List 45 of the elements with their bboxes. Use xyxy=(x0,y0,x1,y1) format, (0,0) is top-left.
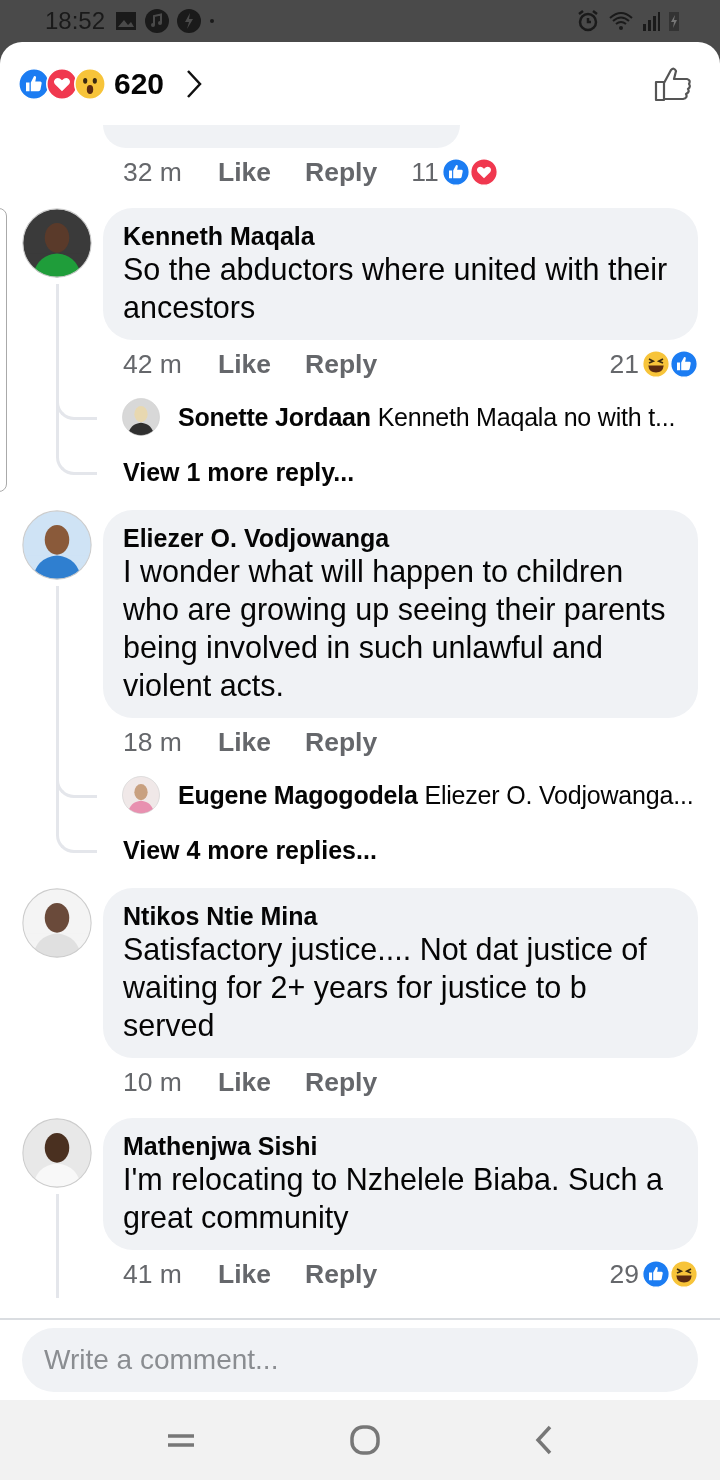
comment-time: 10 m xyxy=(123,1066,183,1098)
comment-input[interactable]: Write a comment... xyxy=(22,1328,698,1392)
signal-icon xyxy=(642,11,660,31)
reply-preview[interactable]: Eugene Magogodela Eliezer O. Vodjowanga... xyxy=(178,780,694,810)
commenter-name[interactable]: Eliezer O. Vodjowanga xyxy=(123,524,678,552)
gallery-icon xyxy=(115,11,138,31)
comment-text: So the abductors where united with their ancestors xyxy=(123,251,669,326)
like-link[interactable]: Like xyxy=(218,726,272,758)
reaction-count: 29 xyxy=(609,1258,639,1290)
battery-icon xyxy=(668,10,680,32)
like-link[interactable]: Like xyxy=(218,156,272,188)
bolt-icon xyxy=(177,9,202,33)
dot-icon xyxy=(209,18,216,24)
comment-time: 42 m xyxy=(123,348,183,380)
reaction-count[interactable]: 620 xyxy=(114,66,165,101)
view-more-replies-link[interactable]: View 4 more replies... xyxy=(123,835,377,865)
music-icon xyxy=(145,9,170,33)
comment-time: 32 m xyxy=(123,156,183,188)
like-link[interactable]: Like xyxy=(218,1258,272,1290)
like-link[interactable]: Like xyxy=(218,348,272,380)
comment-time: 18 m xyxy=(123,726,183,758)
thread-branch xyxy=(56,446,97,475)
reply-link[interactable]: Reply xyxy=(305,1066,378,1098)
comment-time: 41 m xyxy=(123,1258,183,1290)
commenter-name[interactable]: Ntikos Ntie Mina xyxy=(123,902,678,930)
reply-preview[interactable]: Sonette Jordaan Kenneth Maqala no with t... xyxy=(178,402,676,432)
commenter-name[interactable]: Mathenjwa Sishi xyxy=(123,1132,678,1160)
commenter-name[interactable]: Kenneth Maqala xyxy=(123,222,678,250)
comment-text: I wonder what will happen to children who are growing up seeing their parents being involved in such unlawful and violent acts. xyxy=(123,553,667,704)
reply-link[interactable]: Reply xyxy=(305,348,378,380)
reply-link[interactable]: Reply xyxy=(305,1258,378,1290)
alarm-icon xyxy=(576,9,600,33)
reaction-count: 11 xyxy=(411,156,439,188)
reply-link[interactable]: Reply xyxy=(305,726,378,758)
comment-text: Satisfactory justice.... Not dat justice of waiting for 2+ years for justice to b served xyxy=(123,931,648,1044)
view-more-replies-link[interactable]: View 1 more reply... xyxy=(123,457,355,487)
thread-branch xyxy=(56,824,97,853)
home-icon[interactable] xyxy=(349,1424,381,1456)
reaction-count: 21 xyxy=(609,348,639,380)
reply-link[interactable]: Reply xyxy=(305,156,378,188)
wifi-icon xyxy=(608,10,634,32)
chevron-right-icon[interactable] xyxy=(186,68,203,99)
back-icon[interactable] xyxy=(533,1424,554,1456)
like-link[interactable]: Like xyxy=(218,1066,272,1098)
comment-text: I'm relocating to Nzhelele Biaba. Such a great community xyxy=(123,1161,664,1236)
